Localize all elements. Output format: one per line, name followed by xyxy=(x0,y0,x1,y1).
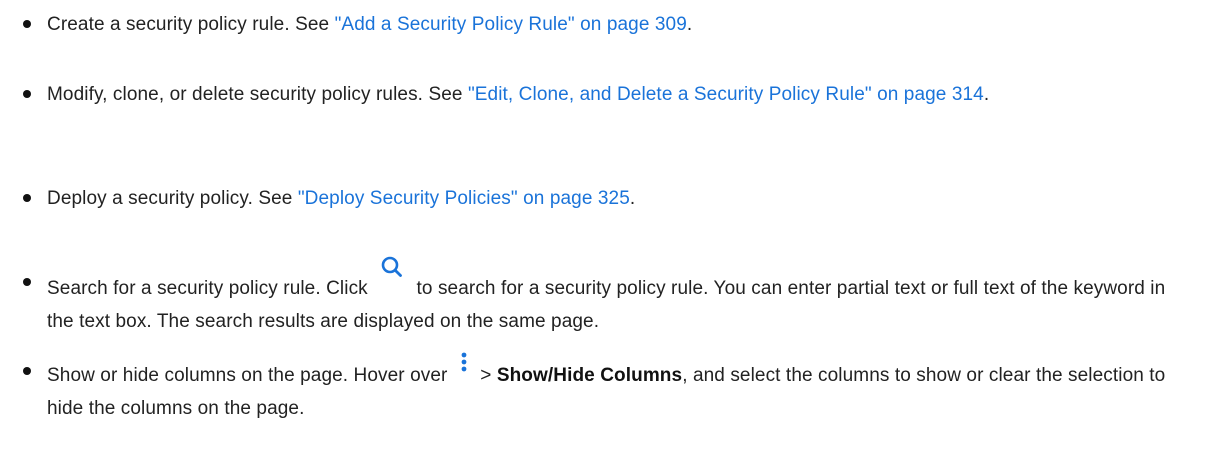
menu-separator: > xyxy=(474,365,497,386)
list-item: Create a security policy rule. See "Add … xyxy=(20,8,1190,41)
list-item: Search for a security policy rule. Click… xyxy=(20,256,1190,338)
item-text: Deploy a security policy. See xyxy=(47,188,298,209)
item-text: Search for a security policy rule. Click xyxy=(47,278,374,299)
bullet-marker xyxy=(23,278,31,286)
deploy-security-policies-link[interactable]: "Deploy Security Policies" on page 325 xyxy=(298,188,630,209)
add-security-policy-rule-link[interactable]: "Add a Security Policy Rule" on page 309 xyxy=(335,14,687,35)
list-item-text: Deploy a security policy. See "Deploy Se… xyxy=(47,182,1190,215)
bullet-marker xyxy=(23,367,31,375)
list-item-text: Search for a security policy rule. Click… xyxy=(47,256,1190,338)
document-page: Create a security policy rule. See "Add … xyxy=(0,0,1207,455)
bullet-marker xyxy=(23,194,31,202)
search-icon xyxy=(377,253,407,283)
vertical-ellipsis-icon xyxy=(457,351,471,377)
list-item: Show or hide columns on the page. Hover … xyxy=(20,352,1190,425)
show-hide-columns-label: Show/Hide Columns xyxy=(496,365,683,386)
bullet-marker xyxy=(23,90,31,98)
edit-clone-delete-rule-link[interactable]: "Edit, Clone, and Delete a Security Poli… xyxy=(468,84,984,105)
item-suffix: . xyxy=(686,14,693,35)
list-item-text: Create a security policy rule. See "Add … xyxy=(47,8,1190,41)
list-item-text: Modify, clone, or delete security policy… xyxy=(47,78,1190,111)
item-suffix: . xyxy=(629,188,636,209)
bullet-marker xyxy=(23,20,31,28)
item-text: Modify, clone, or delete security policy… xyxy=(47,84,468,105)
list-item: Deploy a security policy. See "Deploy Se… xyxy=(20,182,1190,215)
item-text: Show or hide columns on the page. Hover … xyxy=(47,365,453,386)
list-item: Modify, clone, or delete security policy… xyxy=(20,78,1190,111)
item-text: Create a security policy rule. See xyxy=(47,14,335,35)
list-item-text: Show or hide columns on the page. Hover … xyxy=(47,352,1190,425)
item-suffix: . xyxy=(983,84,990,105)
